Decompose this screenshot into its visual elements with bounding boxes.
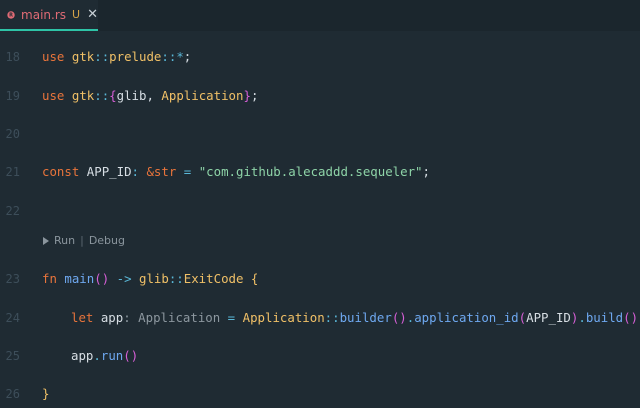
line-number: 25 [5, 349, 20, 363]
arrow: -> [109, 271, 139, 286]
identifier: app [71, 348, 94, 363]
module: prelude [109, 49, 162, 64]
line-number: 19 [5, 89, 20, 103]
dot: . [578, 310, 586, 325]
comma: , [146, 88, 162, 103]
code-editor[interactable]: 18 use gtk::prelude::*; 19 use gtk::{gli… [0, 31, 640, 408]
code-line: 24 let app: Application = Application::b… [0, 308, 640, 328]
function-name: run [100, 348, 124, 363]
function-name: build [585, 310, 624, 325]
brace: { [109, 88, 117, 103]
line-number: 21 [5, 165, 20, 179]
line-number: 23 [5, 272, 20, 286]
svg-text:R: R [9, 12, 13, 18]
brace: } [42, 386, 50, 401]
module: gtk [71, 88, 95, 103]
keyword: const [42, 164, 80, 179]
keyword: let [71, 310, 94, 325]
function-name: main [64, 271, 95, 286]
tab-main-rs[interactable]: R main.rs U ✕ [0, 0, 98, 31]
identifier: glib [116, 88, 147, 103]
identifier: APP_ID [79, 164, 132, 179]
code-text: let app: Application = Application::buil… [71, 308, 640, 328]
glob: * [176, 49, 184, 64]
play-icon [43, 236, 49, 245]
parens: () [123, 348, 139, 363]
module: gtk [71, 49, 95, 64]
parens: () [391, 310, 407, 325]
code-line: 25 app.run() [0, 346, 640, 366]
rust-file-icon: R [7, 10, 15, 18]
equals: = [176, 164, 199, 179]
line-number: 26 [5, 387, 20, 401]
keyword: use [42, 88, 65, 103]
function-name: application_id [414, 310, 519, 325]
semicolon: ; [422, 164, 430, 179]
debug-link[interactable]: Debug [89, 234, 125, 247]
code-line: 20 [0, 124, 640, 144]
identifier: APP_ID [526, 310, 571, 325]
type-hint: Application [138, 310, 221, 325]
type-hint-colon: : [123, 310, 139, 325]
line-number: 20 [5, 127, 20, 141]
code-text: } [42, 384, 49, 404]
code-text: fn main() -> glib::ExitCode { [42, 269, 258, 289]
code-line: 22 [0, 201, 640, 221]
close-icon[interactable]: ✕ [87, 7, 98, 22]
string-literal: "com.github.alecaddd.sequeler" [198, 164, 423, 179]
code-line: 19 use gtk::{glib, Application}; [0, 86, 640, 106]
codelens-separator: | [80, 234, 84, 247]
type: Application [242, 310, 325, 325]
function-name: builder [339, 310, 392, 325]
untracked-badge: U [72, 8, 81, 21]
module: glib [139, 271, 169, 286]
code-text: use gtk::{glib, Application}; [42, 86, 258, 106]
keyword: fn [42, 271, 57, 286]
parens: () [94, 271, 110, 286]
codelens: Run | Debug [42, 234, 125, 247]
dot: . [93, 348, 101, 363]
type: ExitCode [183, 271, 244, 286]
equals: = [220, 310, 243, 325]
run-link[interactable]: Run [54, 234, 75, 247]
colon: : [131, 164, 147, 179]
semicolon: ; [183, 49, 192, 64]
parens: () [623, 310, 639, 325]
code-line: 23 fn main() -> glib::ExitCode { [0, 269, 640, 289]
path-sep: :: [168, 271, 184, 286]
code-line: 18 use gtk::prelude::*; [0, 47, 640, 67]
ampersand: & [146, 164, 154, 179]
line-number: 24 [5, 311, 20, 325]
code-text: use gtk::prelude::*; [42, 47, 191, 67]
path-sep: :: [94, 88, 110, 103]
path-sep: :: [324, 310, 340, 325]
tab-bar: R main.rs U ✕ [0, 0, 640, 31]
tab-filename: main.rs [21, 7, 67, 22]
path-sep: :: [94, 49, 110, 64]
semicolon: ; [250, 88, 259, 103]
code-text: app.run() [71, 346, 138, 366]
code-line: 26 } [0, 384, 640, 404]
brace: } [243, 88, 251, 103]
type: Application [161, 88, 244, 103]
type: str [153, 164, 177, 179]
identifier: app [93, 310, 124, 325]
path-sep: :: [161, 49, 177, 64]
code-line: 21 const APP_ID: &str = "com.github.alec… [0, 162, 640, 182]
brace: { [243, 271, 259, 286]
paren-open: ( [518, 310, 527, 325]
code-text: const APP_ID: &str = "com.github.alecadd… [42, 162, 430, 182]
line-number: 18 [5, 50, 20, 64]
line-number: 22 [5, 204, 20, 218]
keyword: use [42, 49, 65, 64]
